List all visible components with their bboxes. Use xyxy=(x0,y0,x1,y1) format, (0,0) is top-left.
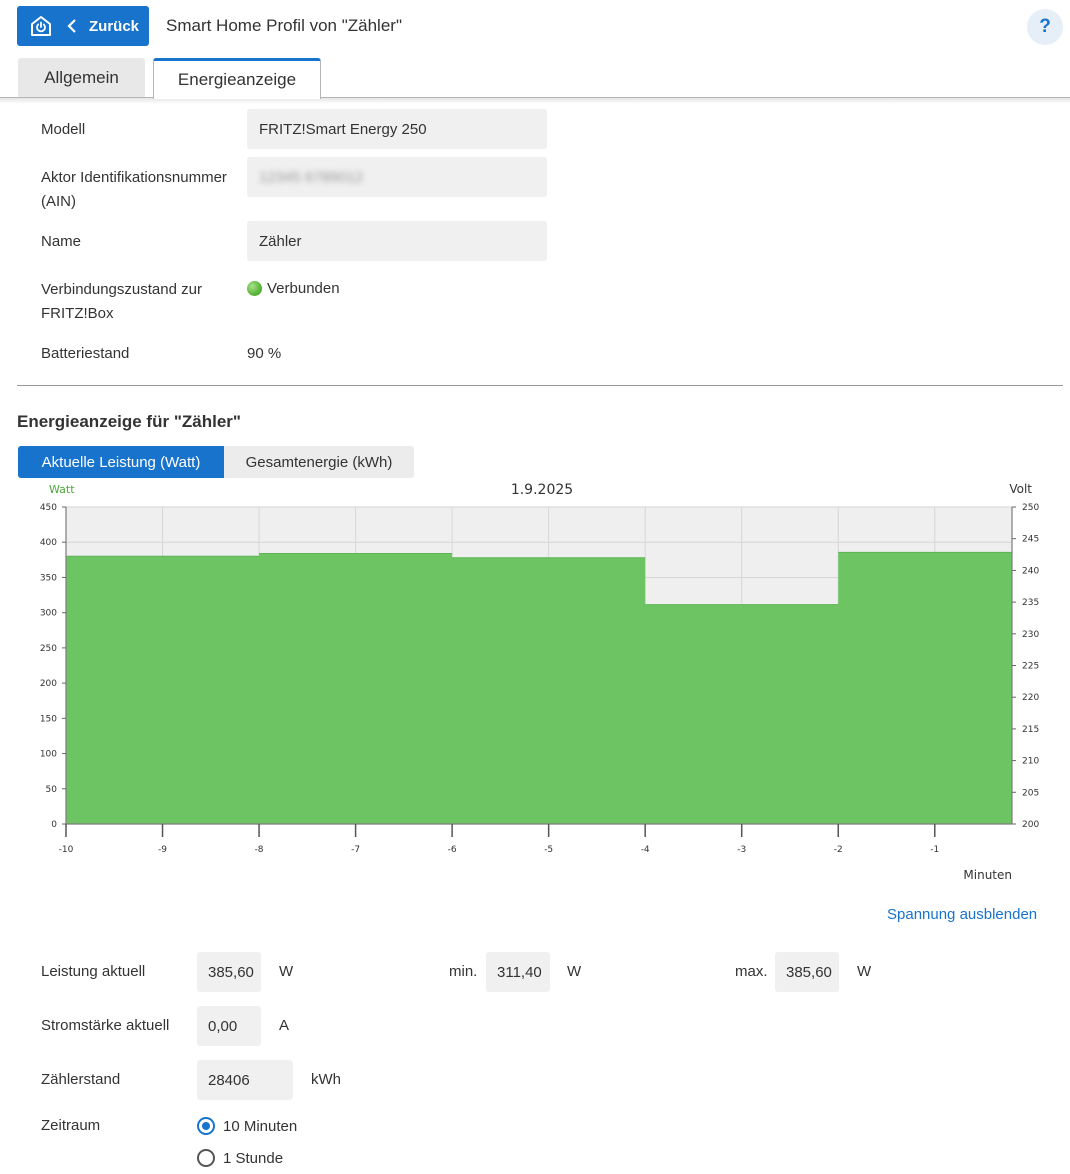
chart-xlabel: Minuten xyxy=(963,868,1012,882)
chart-y2label: Volt xyxy=(1009,482,1032,496)
y-tick-label-9: 450 xyxy=(40,503,57,513)
tab-energieanzeige[interactable]: Energieanzeige xyxy=(153,58,321,99)
meter-value: 28406 xyxy=(197,1060,293,1100)
x-tick-label-0: -10 xyxy=(59,845,74,855)
connection-status: Verbunden xyxy=(247,280,340,297)
ain-field: 12345 6789012 xyxy=(247,157,547,197)
home-power-icon xyxy=(31,16,51,36)
y2-tick-label-9: 245 xyxy=(1022,535,1039,545)
y2-tick-label-8: 240 xyxy=(1022,566,1039,576)
y-tick-label-4: 200 xyxy=(40,679,57,689)
meter-label: Zählerstand xyxy=(41,1071,121,1088)
min-value: 311,40 xyxy=(486,952,550,992)
radio-selected-icon xyxy=(197,1117,215,1135)
period-option-10min: 10 Minuten xyxy=(223,1117,298,1135)
page-title: Smart Home Profil von "Zähler" xyxy=(166,16,402,35)
energy-chart: 1.9.2025 Watt Volt Minuten 0 50 100 150 200 2… xyxy=(40,482,1040,882)
connection-label-line-2: FRITZ!Box xyxy=(41,305,114,322)
period-label: Zeitraum xyxy=(41,1117,101,1134)
ain-value: 12345 6789012 xyxy=(259,168,364,186)
x-tick-label-6: -4 xyxy=(641,845,650,855)
connection-label: Verbindungszustand zur FRITZ!Box xyxy=(41,278,202,326)
y2-tick-label-2: 210 xyxy=(1022,757,1039,767)
ain-label-line-1: Aktor Identifikationsnummer xyxy=(41,169,227,186)
y2-tick-label-6: 230 xyxy=(1022,630,1039,640)
power-area xyxy=(66,552,1012,824)
ain-label-line-2: (AIN) xyxy=(41,193,76,210)
power-unit: W xyxy=(279,963,294,980)
power-label: Leistung aktuell xyxy=(41,963,146,980)
x-tick-label-3: -7 xyxy=(351,845,360,855)
chart-title: 1.9.2025 xyxy=(511,482,573,498)
x-tick-label-5: -5 xyxy=(544,845,553,855)
x-tick-label-8: -2 xyxy=(834,845,843,855)
y2-tick-label-3: 215 xyxy=(1022,725,1039,735)
x-tick-label-2: -8 xyxy=(255,845,264,855)
tab-allgemein[interactable]: Allgemein xyxy=(18,58,145,98)
y-tick-label-5: 250 xyxy=(40,644,57,654)
energy-section-title: Energieanzeige für "Zähler" xyxy=(17,412,241,431)
meter-unit: kWh xyxy=(311,1071,341,1088)
current-value: 0,00 xyxy=(197,1006,261,1046)
chart-ylabel: Watt xyxy=(49,483,75,496)
period-option-1h: 1 Stunde xyxy=(223,1149,284,1167)
radio-unselected-icon xyxy=(197,1149,215,1167)
current-unit: A xyxy=(279,1017,290,1034)
min-unit: W xyxy=(567,963,582,980)
section-divider xyxy=(17,385,1063,386)
chevron-left-icon xyxy=(67,19,76,33)
y2-tick-label-1: 205 xyxy=(1022,788,1039,798)
y-tick-label-8: 400 xyxy=(40,538,57,548)
y-tick-label-3: 150 xyxy=(40,714,57,724)
y-tick-label-0: 0 xyxy=(51,820,57,830)
x-tick-label-1: -9 xyxy=(158,845,167,855)
modell-value: FRITZ!Smart Energy 250 xyxy=(247,109,547,149)
y-tick-label-1: 50 xyxy=(46,785,58,795)
y2-tick-label-5: 225 xyxy=(1022,662,1039,672)
ain-label: Aktor Identifikationsnummer (AIN) xyxy=(41,166,227,214)
x-tick-label-9: -1 xyxy=(930,845,939,855)
name-value: Zähler xyxy=(247,221,547,261)
y2-tick-label-0: 200 xyxy=(1022,820,1039,830)
tab-total-energy[interactable]: Gesamtenergie (kWh) xyxy=(224,446,414,478)
power-value: 385,60 xyxy=(197,952,261,992)
connection-status-text: Verbunden xyxy=(267,280,340,297)
connection-label-line-1: Verbindungszustand zur xyxy=(41,281,202,298)
x-tick-label-7: -3 xyxy=(737,845,746,855)
x-tick-label-4: -6 xyxy=(448,845,457,855)
y-tick-label-6: 300 xyxy=(40,609,57,619)
y-tick-label-7: 350 xyxy=(40,573,57,583)
status-dot-icon xyxy=(247,281,262,296)
battery-value: 90 % xyxy=(247,345,282,362)
y2-tick-label-4: 220 xyxy=(1022,693,1039,703)
name-label: Name xyxy=(41,233,82,250)
tab-current-power[interactable]: Aktuelle Leistung (Watt) xyxy=(18,446,224,478)
toggle-voltage-link[interactable]: Spannung ausblenden xyxy=(887,906,1037,923)
current-label: Stromstärke aktuell xyxy=(41,1017,170,1034)
back-button[interactable]: Zurück xyxy=(17,6,149,46)
help-button[interactable]: ? xyxy=(1027,9,1063,45)
y2-tick-label-10: 250 xyxy=(1022,503,1039,513)
max-value: 385,60 xyxy=(775,952,839,992)
y-tick-label-2: 100 xyxy=(40,750,57,760)
battery-label: Batteriestand xyxy=(41,345,130,362)
modell-label: Modell xyxy=(41,121,86,138)
period-radio-1h[interactable]: 1 Stunde xyxy=(197,1149,283,1167)
period-radio-10min[interactable]: 10 Minuten xyxy=(197,1117,297,1135)
min-label: min. xyxy=(449,963,478,980)
max-unit: W xyxy=(857,963,872,980)
max-label: max. xyxy=(735,963,768,980)
y2-tick-label-7: 235 xyxy=(1022,598,1039,608)
back-button-label: Zurück xyxy=(89,17,140,35)
